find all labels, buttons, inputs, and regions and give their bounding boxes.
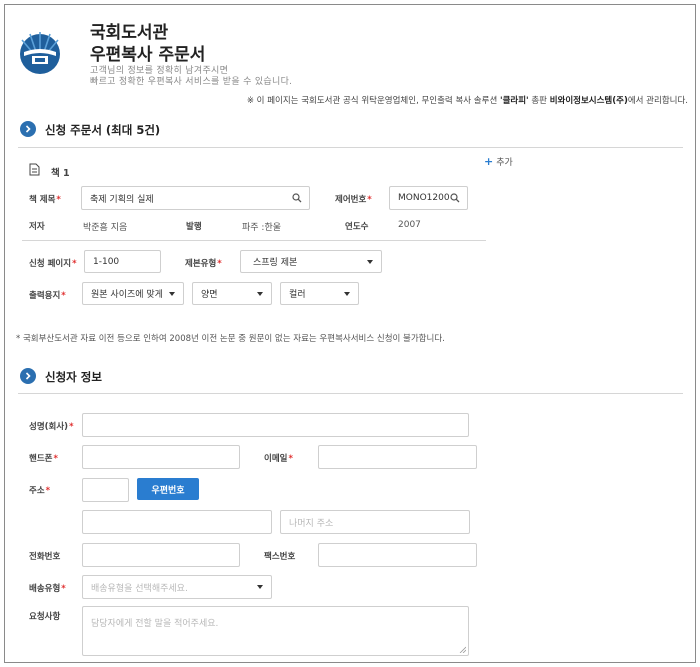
book-label: 책 1 [51, 168, 70, 179]
notice-suffix: 에서 관리합니다. [627, 96, 688, 106]
year-label: 연도수 [345, 222, 369, 232]
divider [18, 147, 683, 148]
page-title-line2: 우편복사 주문서 [90, 45, 206, 65]
email-label: 이메일* [264, 454, 293, 464]
year-value: 2007 [398, 220, 421, 230]
delivery-label: 배송유형* [29, 584, 66, 594]
pages-value: 1-100 [93, 256, 120, 267]
binding-select[interactable]: 스프링 제본 [240, 250, 382, 273]
pages-label: 신청 페이지* [29, 259, 77, 269]
delivery-placeholder: 배송유형을 선택해주세요. [91, 583, 188, 594]
publisher-value: 파주 :한울 [242, 223, 282, 233]
binding-value: 스프링 제본 [253, 258, 298, 268]
resize-handle-icon[interactable] [459, 646, 466, 653]
plus-icon: + [484, 155, 494, 168]
request-textarea[interactable]: 담당자에게 전할 말을 적어주세요. [82, 606, 469, 656]
library-logo [20, 32, 60, 74]
page-subtitle-line2: 빠르고 정확한 우편복사 서비스를 받을 수 있습니다. [90, 77, 293, 87]
fax-label: 팩스번호 [264, 552, 296, 562]
paper-size-select[interactable]: 원본 사이즈에 맞게 [82, 282, 184, 305]
author-label: 저자 [29, 222, 45, 232]
book-title-field[interactable]: 축제 기획의 실제 [81, 186, 310, 210]
author-value: 박준흠 지음 [83, 223, 128, 233]
order-section-title: 신청 주문서 (최대 5건) [45, 123, 161, 137]
phone-label: 핸드폰* [29, 454, 58, 464]
address-label: 주소* [29, 486, 51, 496]
sides-select[interactable]: 양면 [192, 282, 272, 305]
notice-company: 비와이정보시스템(주) [549, 96, 628, 106]
address-field[interactable] [82, 510, 272, 534]
delivery-select[interactable]: 배송유형을 선택해주세요. [82, 575, 272, 599]
chevron-down-icon [344, 291, 350, 296]
color-value: 컬러 [289, 290, 306, 300]
divider [18, 393, 683, 394]
book-title-value: 축제 기획의 실제 [90, 194, 154, 205]
email-field[interactable] [318, 445, 477, 469]
sides-value: 양면 [201, 290, 218, 300]
tel-field[interactable] [82, 543, 240, 567]
footnote: * 국회부산도서관 자료 이전 등으로 인하여 2008년 이전 논문 중 원문… [16, 334, 445, 344]
add-item-button[interactable]: + 추가 [484, 155, 513, 168]
chevron-down-icon [257, 291, 263, 296]
pages-field[interactable]: 1-100 [84, 250, 161, 273]
binding-label: 제본유형* [185, 259, 222, 269]
tel-label: 전화번호 [29, 552, 61, 562]
name-label: 성명(회사)* [29, 422, 74, 432]
chevron-right-icon [20, 368, 36, 384]
name-field[interactable] [82, 413, 469, 437]
notice-mid: 총판 [528, 96, 550, 106]
chevron-right-icon [20, 121, 36, 137]
chevron-down-icon [169, 291, 175, 296]
chevron-down-icon [257, 585, 263, 589]
phone-field[interactable] [82, 445, 240, 469]
address-detail-field[interactable]: 나머지 주소 [280, 510, 470, 534]
zipcode-field[interactable] [82, 478, 129, 502]
color-select[interactable]: 컬러 [280, 282, 359, 305]
control-no-label: 제어번호* [335, 195, 372, 205]
add-item-label: 추가 [496, 158, 513, 168]
control-no-value: MONO1200 [398, 193, 450, 203]
search-icon[interactable] [292, 193, 302, 203]
book-title-label: 책 제목* [29, 195, 61, 205]
divider [22, 240, 486, 241]
request-placeholder: 담당자에게 전할 말을 적어주세요. [91, 619, 219, 629]
document-icon [29, 163, 40, 176]
request-label: 요청사항 [29, 612, 61, 622]
publisher-label: 발행 [186, 222, 202, 232]
paper-label: 출력용지* [29, 291, 66, 301]
address-detail-placeholder: 나머지 주소 [289, 518, 334, 529]
search-icon[interactable] [450, 193, 460, 203]
applicant-section-title: 신청자 정보 [45, 370, 102, 384]
paper-size-value: 원본 사이즈에 맞게 [91, 290, 163, 300]
zipcode-button[interactable]: 우편번호 [137, 478, 199, 500]
management-notice: ※ 이 페이지는 국회도서관 공식 위탁운영업체인, 무인출력 복사 솔루션 '… [247, 94, 688, 106]
notice-brand: '클라피' [499, 96, 529, 106]
fax-field[interactable] [318, 543, 477, 567]
notice-prefix: ※ 이 페이지는 국회도서관 공식 위탁운영업체인, 무인출력 복사 솔루션 [246, 96, 500, 106]
chevron-down-icon [367, 259, 373, 264]
control-no-field[interactable]: MONO1200 [389, 186, 468, 210]
